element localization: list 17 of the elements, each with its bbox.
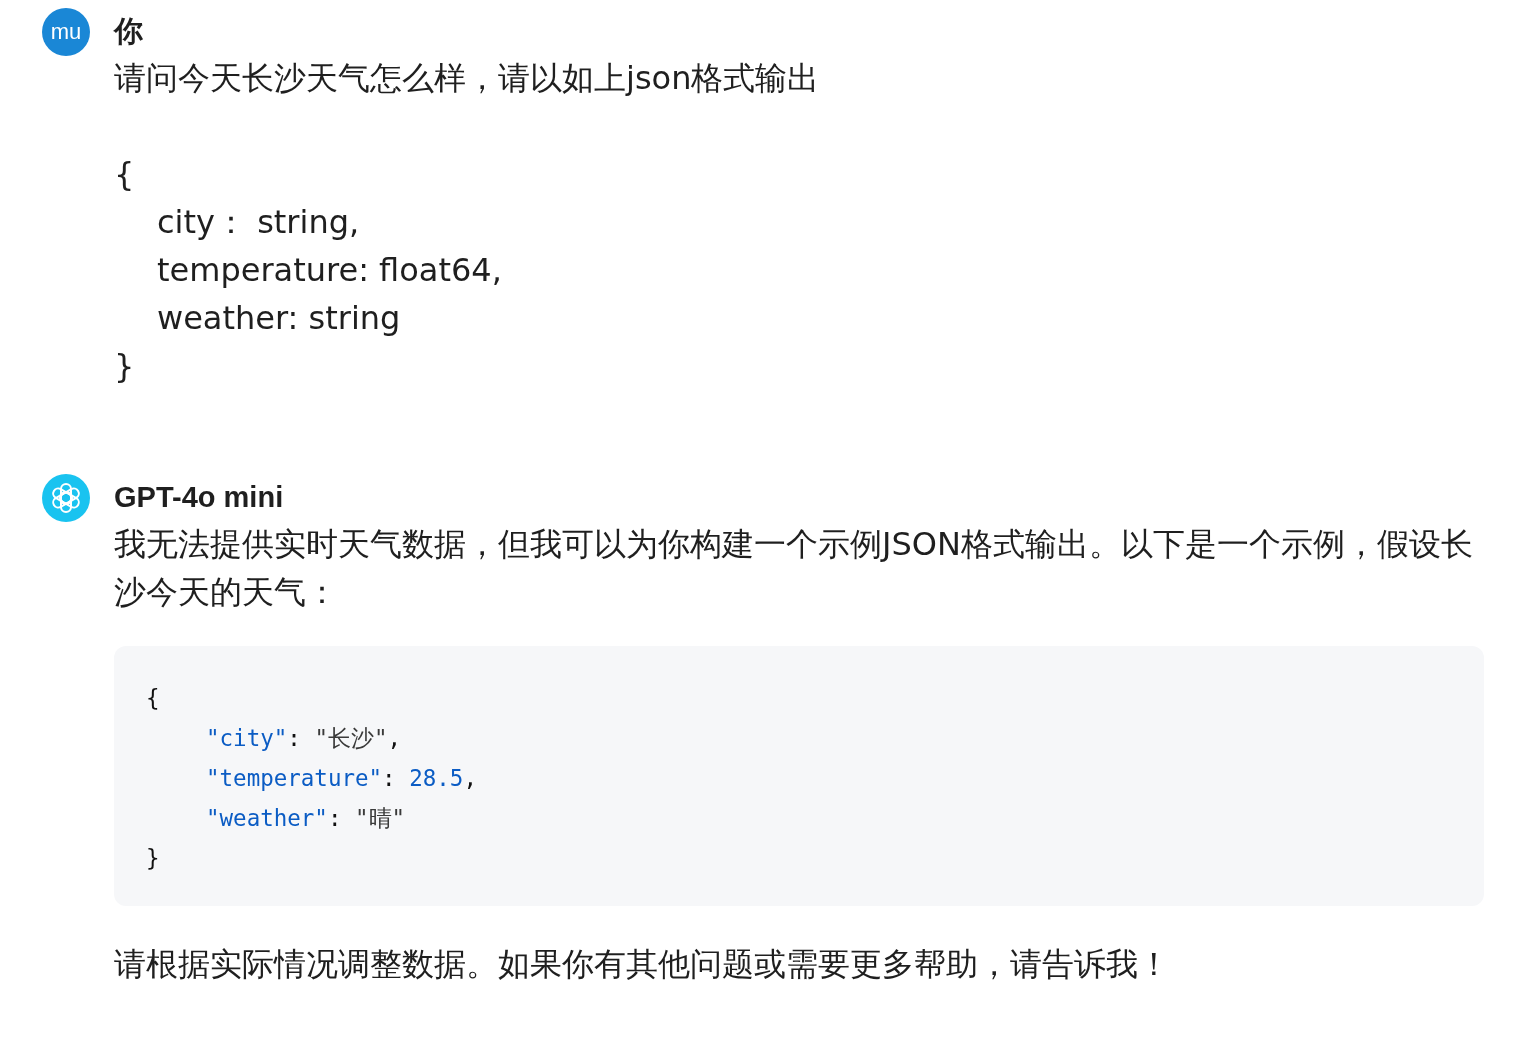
message-line: { — [114, 154, 135, 195]
author-name: GPT-4o mini — [114, 480, 285, 515]
code-line: "city": "长沙", — [206, 724, 401, 753]
code-line: "weather": "晴" — [206, 804, 406, 833]
message-text: 请根据实际情况调整数据。如果你有其他问题或需要更多帮助，请告诉我！ — [114, 944, 1171, 985]
message-line: weather: string — [157, 298, 401, 339]
assistant-logo-icon — [42, 474, 90, 522]
message-line: } — [114, 346, 135, 387]
message-line: city： string, — [157, 202, 360, 243]
user-avatar: mu — [42, 8, 90, 56]
message-line: temperature: float64, — [157, 250, 502, 291]
message-line: 请问今天长沙天气怎么样，请以如上json格式输出 — [114, 58, 820, 99]
code-line: "temperature": 28.5, — [206, 764, 477, 793]
code-line: { — [146, 684, 160, 713]
message-text: 我无法提供实时天气数据，但我可以为你构建一个示例JSON格式输出。以下是一个示例，假设长沙今天的天气： — [114, 524, 1474, 613]
code-line: } — [146, 844, 160, 873]
author-name: 你 — [114, 14, 144, 49]
